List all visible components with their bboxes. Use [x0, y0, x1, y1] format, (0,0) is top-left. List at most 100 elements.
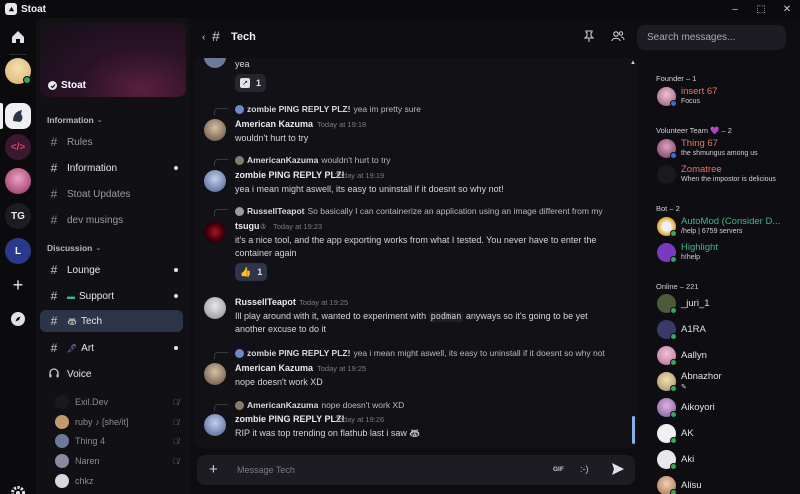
member-item[interactable]: A1RA — [656, 317, 796, 343]
members-icon[interactable] — [611, 30, 625, 44]
voice-user[interactable]: Naren 🎙̸ — [55, 452, 183, 470]
hash-icon: # — [50, 187, 58, 201]
member-item[interactable]: insert 67 Focus — [656, 84, 796, 110]
reply-preview[interactable]: zombie PING REPLY PLZ! yea im pretty sure — [235, 104, 421, 114]
message-list[interactable]: ▲ yea ↗ 1 zombie PING REPLY PLZ! yea im p… — [194, 58, 638, 448]
member-item[interactable]: Aallyn — [656, 343, 796, 369]
member-item[interactable]: Zomatree When the impostor is delicious — [656, 162, 796, 188]
avatar[interactable] — [204, 58, 226, 68]
scroll-up-icon[interactable]: ▲ — [630, 60, 636, 66]
avatar — [55, 454, 69, 468]
reply-preview[interactable]: zombie PING REPLY PLZ! yea i mean might a… — [235, 348, 605, 358]
voice-user[interactable]: Thing 4 🎙̸ — [55, 432, 183, 450]
voice-user[interactable]: ruby ♪ [she/it] 🎙̸ — [55, 413, 183, 431]
pin-icon[interactable] — [583, 30, 595, 45]
member-list[interactable]: Founder – 1 insert 67 Focus Volunteer Te… — [650, 68, 798, 494]
muted-icon: 🎙̸ — [173, 397, 179, 407]
unread-dot — [174, 346, 178, 350]
channel-tech[interactable]: # 🦝 Tech — [40, 310, 183, 332]
avatar — [55, 474, 69, 488]
server-anime[interactable] — [5, 168, 31, 194]
search-input[interactable] — [637, 25, 786, 50]
avatar[interactable] — [204, 363, 226, 385]
user-avatar[interactable] — [5, 58, 31, 84]
reply-preview[interactable]: RussellTeapot So basically I can containe… — [235, 206, 603, 216]
add-attachment-icon[interactable]: + — [209, 461, 218, 478]
member-item[interactable]: Thing 67 the shmungus among us — [656, 136, 796, 162]
close-button[interactable]: ✕ — [774, 0, 800, 18]
message-author[interactable]: American Kazuma — [235, 363, 313, 373]
channel-rules[interactable]: # Rules — [40, 131, 183, 153]
raccoon-icon: 🦝 — [67, 316, 77, 326]
add-server-button[interactable]: + — [5, 272, 31, 298]
scrollbar-thumb[interactable] — [632, 416, 635, 444]
member-item[interactable]: Alisu — [656, 473, 796, 494]
maximize-button[interactable]: ⬚ — [748, 0, 774, 18]
channel-support[interactable]: # ▬ Support — [40, 285, 183, 307]
avatar[interactable] — [204, 297, 226, 319]
server-stoat[interactable] — [5, 103, 31, 129]
home-icon — [12, 31, 24, 43]
channel-sidebar: Stoat Information ⌄ # Rules # Information #… — [36, 18, 190, 494]
avatar[interactable] — [204, 414, 226, 436]
reply-preview[interactable]: AmericanKazuma nope doesn't work XD — [235, 400, 404, 410]
reply-line — [214, 108, 228, 115]
message-author[interactable]: zombie PING REPLY PLZ! — [235, 414, 345, 424]
member-item[interactable]: AK — [656, 421, 796, 447]
message-author[interactable]: zombie PING REPLY PLZ! — [235, 170, 345, 180]
home-button[interactable] — [5, 24, 31, 50]
message-text: wouldn't hurt to try — [235, 133, 309, 143]
unread-dot — [174, 166, 178, 170]
member-group-header: Founder – 1 — [656, 74, 697, 83]
send-icon[interactable] — [611, 462, 625, 478]
message-author[interactable]: tsugu — [235, 221, 260, 231]
server-l[interactable]: L — [5, 238, 31, 264]
category-discussion[interactable]: Discussion ⌄ — [47, 243, 101, 253]
avatar[interactable] — [204, 170, 226, 192]
channel-dev-musings[interactable]: # dev musings — [40, 209, 183, 231]
server-rail: </> TG L + — [0, 18, 36, 494]
minimize-button[interactable]: – — [722, 0, 748, 18]
settings-button[interactable] — [7, 482, 29, 494]
avatar[interactable] — [204, 221, 226, 243]
server-banner[interactable]: Stoat — [40, 23, 186, 97]
category-information[interactable]: Information ⌄ — [47, 115, 103, 125]
message-time: Today at 19:25 — [299, 298, 349, 307]
message-time: Today at 19:25 — [317, 364, 367, 373]
message-input[interactable] — [237, 461, 527, 479]
member-item[interactable]: Aki — [656, 447, 796, 473]
channel-stoat-updates[interactable]: # Stoat Updates — [40, 183, 183, 205]
stoat-logo-icon — [5, 3, 17, 15]
hash-icon: # — [50, 161, 58, 175]
member-item[interactable]: AutoMod (Consider D... /help | 6759 serv… — [656, 214, 796, 240]
server-tg[interactable]: TG — [5, 203, 31, 229]
channel-voice[interactable]: Voice — [40, 363, 183, 385]
app-title: Stoat — [21, 3, 46, 15]
member-item[interactable]: Aikoyori — [656, 395, 796, 421]
reaction[interactable]: 👍 1 — [235, 263, 268, 281]
reply-line — [214, 209, 228, 216]
member-item[interactable]: Abnazhor ✎ — [656, 369, 796, 395]
voice-user[interactable]: chkz — [55, 472, 183, 490]
member-item[interactable]: _juri_1 — [656, 291, 796, 317]
message-author[interactable]: American Kazuma — [235, 119, 313, 129]
channel-art[interactable]: # 🖊 Art — [40, 337, 183, 359]
reaction[interactable]: ↗ 1 — [235, 74, 267, 92]
gif-button[interactable]: GIF — [553, 466, 564, 473]
message-text: container again — [235, 248, 297, 258]
channel-lounge[interactable]: # Lounge — [40, 259, 183, 281]
reply-preview[interactable]: AmericanKazuma wouldn't hurt to try — [235, 155, 391, 165]
channel-information[interactable]: # Information — [40, 157, 183, 179]
message-author[interactable]: RussellTeapot — [235, 297, 296, 307]
member-item[interactable]: Highlight h!help — [656, 240, 796, 266]
voice-user[interactable]: Exil.Dev 🎙̸ — [55, 393, 183, 411]
emoji-button[interactable]: :-) — [580, 464, 589, 474]
status-icon — [670, 385, 677, 392]
back-icon[interactable]: ‹ — [202, 32, 205, 43]
server-dev[interactable]: </> — [5, 134, 31, 160]
message-text: yea — [235, 59, 250, 69]
avatar — [55, 415, 69, 429]
avatar[interactable] — [204, 119, 226, 141]
member-group-header: Volunteer Team 💜 – 2 — [656, 126, 732, 135]
discover-button[interactable] — [5, 306, 31, 332]
